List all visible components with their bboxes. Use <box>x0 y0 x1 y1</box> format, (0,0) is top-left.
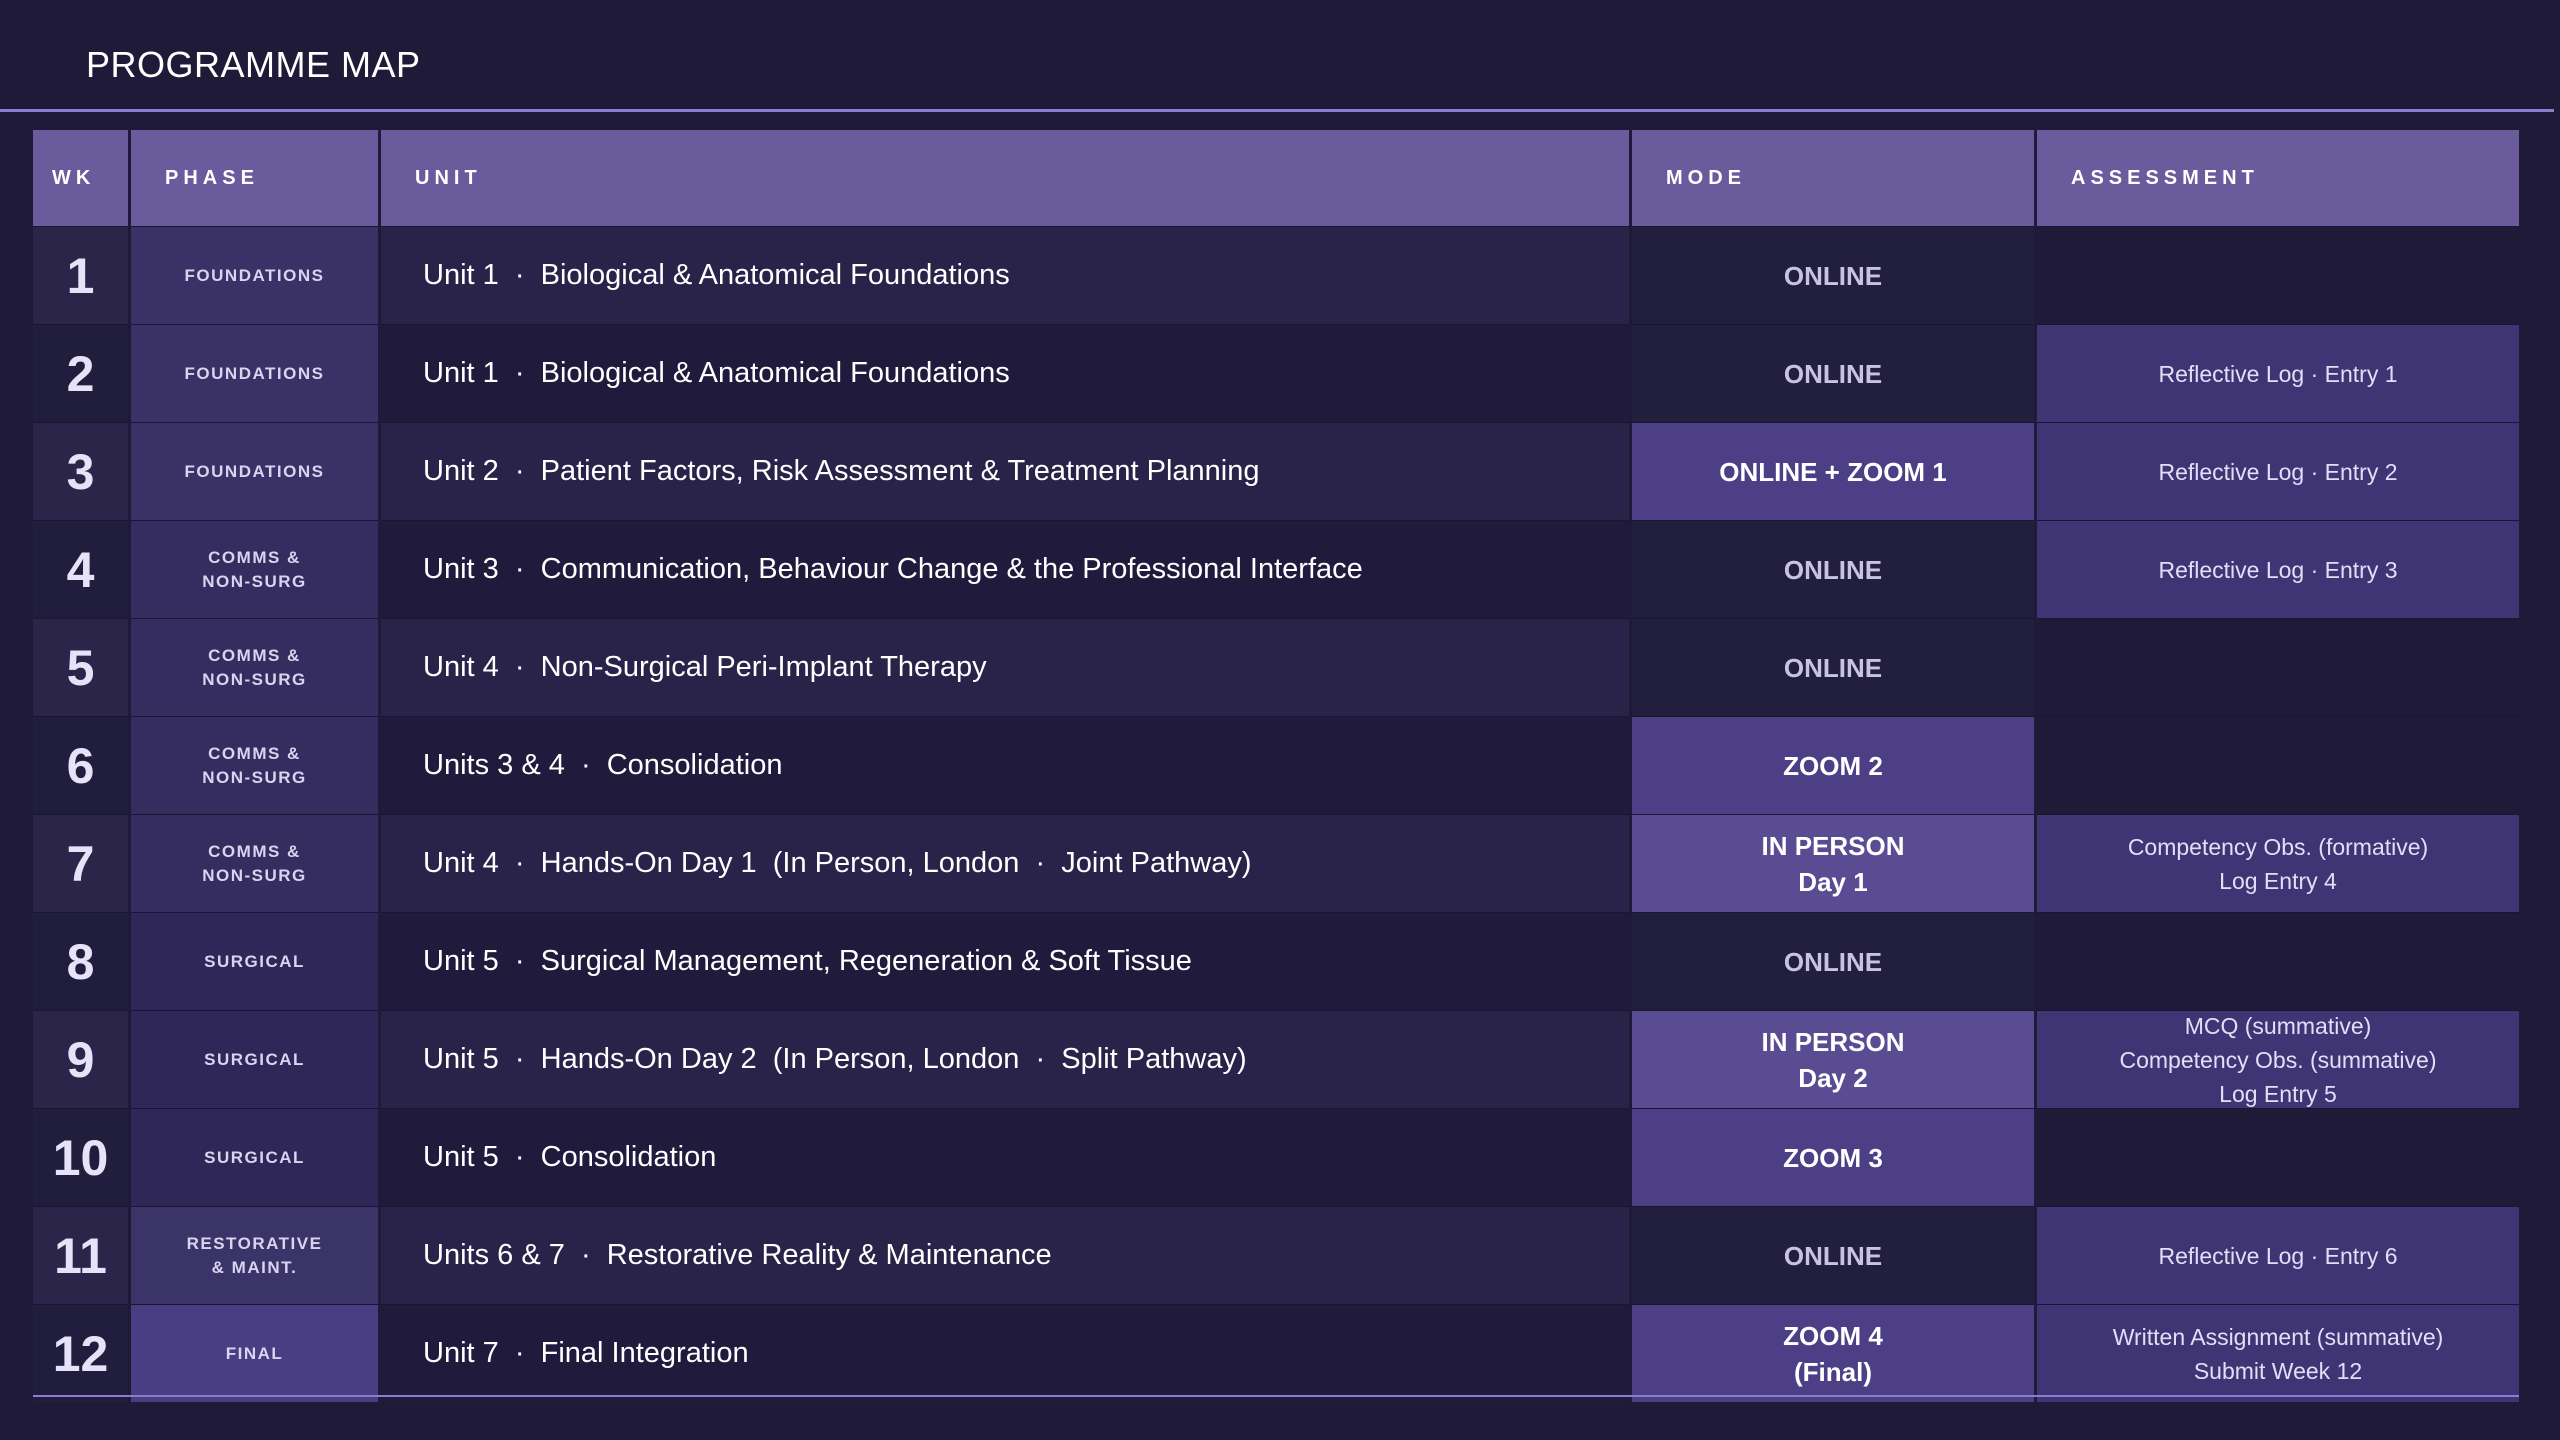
week-number: 8 <box>33 912 128 1010</box>
assessment-cell: Reflective Log · Entry 3 <box>2037 520 2519 618</box>
assessment-cell <box>2037 1108 2519 1206</box>
week-number: 1 <box>33 226 128 324</box>
page-title: PROGRAMME MAP <box>86 44 421 85</box>
phase-label: FINAL <box>131 1304 378 1402</box>
assessment-cell: Reflective Log · Entry 2 <box>2037 422 2519 520</box>
mode-badge: ONLINE + ZOOM 1 <box>1632 422 2034 520</box>
table-bottom-rule <box>33 1395 2519 1397</box>
phase-label: COMMS & NON-SURG <box>131 814 378 912</box>
phase-label: FOUNDATIONS <box>131 422 378 520</box>
phase-label: SURGICAL <box>131 912 378 1010</box>
week-number: 11 <box>33 1206 128 1304</box>
unit-title: Unit 4 · Hands-On Day 1 (In Person, Lond… <box>381 814 1629 912</box>
week-number: 12 <box>33 1304 128 1402</box>
unit-title: Units 3 & 4 · Consolidation <box>381 716 1629 814</box>
title-bar: PROGRAMME MAP <box>0 0 2554 112</box>
unit-title: Unit 2 · Patient Factors, Risk Assessmen… <box>381 422 1629 520</box>
header-unit: UNIT <box>381 130 1629 226</box>
week-number: 4 <box>33 520 128 618</box>
assessment-cell <box>2037 912 2519 1010</box>
mode-badge: IN PERSON Day 1 <box>1632 814 2034 912</box>
phase-label: FOUNDATIONS <box>131 324 378 422</box>
header-assessment: ASSESSMENT <box>2037 130 2519 226</box>
week-number: 5 <box>33 618 128 716</box>
assessment-cell: MCQ (summative) Competency Obs. (summati… <box>2037 1010 2519 1108</box>
mode-badge: ONLINE <box>1632 324 2034 422</box>
phase-label: COMMS & NON-SURG <box>131 618 378 716</box>
week-number: 6 <box>33 716 128 814</box>
header-phase: PHASE <box>131 130 378 226</box>
unit-title: Units 6 & 7 · Restorative Reality & Main… <box>381 1206 1629 1304</box>
mode-badge: ONLINE <box>1632 1206 2034 1304</box>
week-number: 3 <box>33 422 128 520</box>
unit-title: Unit 1 · Biological & Anatomical Foundat… <box>381 324 1629 422</box>
assessment-cell: Written Assignment (summative) Submit We… <box>2037 1304 2519 1402</box>
assessment-cell <box>2037 618 2519 716</box>
assessment-cell: Reflective Log · Entry 1 <box>2037 324 2519 422</box>
phase-label: COMMS & NON-SURG <box>131 520 378 618</box>
unit-title: Unit 7 · Final Integration <box>381 1304 1629 1402</box>
mode-badge: IN PERSON Day 2 <box>1632 1010 2034 1108</box>
week-number: 10 <box>33 1108 128 1206</box>
mode-badge: ZOOM 2 <box>1632 716 2034 814</box>
assessment-cell: Reflective Log · Entry 6 <box>2037 1206 2519 1304</box>
week-number: 7 <box>33 814 128 912</box>
phase-label: COMMS & NON-SURG <box>131 716 378 814</box>
phase-label: FOUNDATIONS <box>131 226 378 324</box>
unit-title: Unit 5 · Hands-On Day 2 (In Person, Lond… <box>381 1010 1629 1108</box>
unit-title: Unit 5 · Surgical Management, Regenerati… <box>381 912 1629 1010</box>
mode-badge: ZOOM 4 (Final) <box>1632 1304 2034 1402</box>
assessment-cell <box>2037 226 2519 324</box>
mode-badge: ONLINE <box>1632 520 2034 618</box>
mode-badge: ONLINE <box>1632 912 2034 1010</box>
header-wk: WK <box>33 130 128 226</box>
unit-title: Unit 1 · Biological & Anatomical Foundat… <box>381 226 1629 324</box>
week-number: 2 <box>33 324 128 422</box>
assessment-cell: Competency Obs. (formative) Log Entry 4 <box>2037 814 2519 912</box>
unit-title: Unit 3 · Communication, Behaviour Change… <box>381 520 1629 618</box>
mode-badge: ONLINE <box>1632 226 2034 324</box>
phase-label: SURGICAL <box>131 1108 378 1206</box>
header-mode: MODE <box>1632 130 2034 226</box>
assessment-cell <box>2037 716 2519 814</box>
programme-table: WK PHASE UNIT MODE ASSESSMENT 1 FOUNDATI… <box>33 130 2519 1402</box>
unit-title: Unit 4 · Non-Surgical Peri-Implant Thera… <box>381 618 1629 716</box>
week-number: 9 <box>33 1010 128 1108</box>
phase-label: RESTORATIVE & MAINT. <box>131 1206 378 1304</box>
phase-label: SURGICAL <box>131 1010 378 1108</box>
mode-badge: ONLINE <box>1632 618 2034 716</box>
mode-badge: ZOOM 3 <box>1632 1108 2034 1206</box>
unit-title: Unit 5 · Consolidation <box>381 1108 1629 1206</box>
